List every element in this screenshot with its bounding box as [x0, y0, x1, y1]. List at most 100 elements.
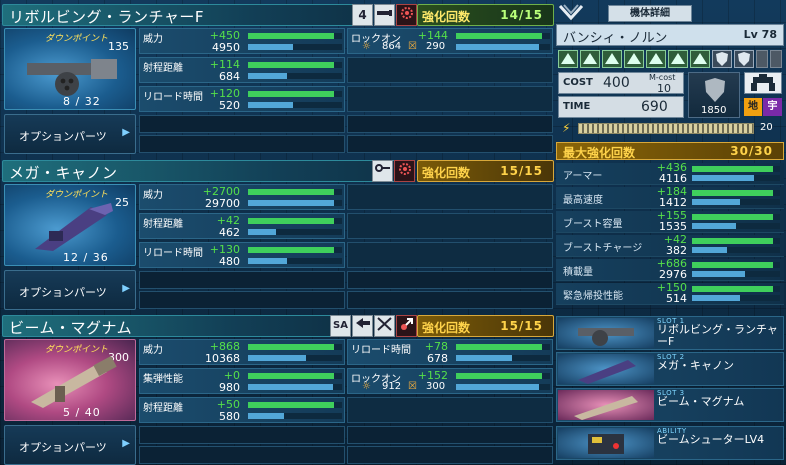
- stat-name: 集弾性能: [143, 374, 183, 385]
- stat-value: 10368: [205, 352, 240, 365]
- empty-stat: [347, 213, 553, 239]
- stat-value: 980: [219, 381, 240, 394]
- slot-2[interactable]: SLOT 2 メガ・キャノン: [556, 352, 784, 386]
- stat-bar-value: [248, 384, 333, 390]
- shield-icon[interactable]: [712, 50, 732, 68]
- slot-thumbnail: [558, 318, 654, 348]
- down-point-label: ダウンポイント: [45, 190, 109, 200]
- stat-range: 射程距離 +50 580: [139, 397, 345, 423]
- weapon-thumbnail[interactable]: ダウンポイント 300 5 / 40: [4, 339, 136, 421]
- empty-stat: [347, 397, 553, 423]
- stat-name: 最高速度: [563, 195, 603, 206]
- option-parts-label: オプションパーツ: [19, 441, 107, 454]
- slot-thumbnail: [558, 354, 654, 384]
- option-slot[interactable]: [139, 291, 345, 309]
- ammo-count: 8 / 32: [63, 95, 101, 108]
- empty-skill-slot: [770, 50, 782, 68]
- option-slot[interactable]: [347, 426, 553, 444]
- stat-bar-plus: [692, 190, 773, 196]
- skill-icon[interactable]: [668, 50, 688, 68]
- option-slot[interactable]: [139, 446, 345, 464]
- ability-slot[interactable]: ABILITY ビームシューターLV4: [556, 426, 784, 460]
- option-parts-button[interactable]: オプションパーツ ▶: [4, 270, 136, 310]
- magnum-image: [31, 356, 117, 408]
- stat-name: リロード時間: [143, 92, 203, 103]
- stat-bar-plus: [456, 344, 542, 350]
- cost-label: COST: [563, 77, 593, 88]
- option-slot[interactable]: [139, 135, 345, 153]
- weapon-name: リボルビング・ランチャーF: [9, 8, 204, 26]
- unit-stat-capacity: 積載量 +686 2976: [556, 257, 784, 281]
- bolt-icon: ⚡: [562, 121, 571, 135]
- stat-name: アーマー: [563, 171, 603, 182]
- weapon-thumbnail[interactable]: ダウンポイント 135 8 / 32: [4, 28, 136, 110]
- rank-emblem-icon: [558, 2, 584, 24]
- stat-bar-plus: [248, 33, 334, 39]
- gear-icon: [394, 160, 415, 182]
- unit-stat-return: 緊急帰投性能 +150 514: [556, 281, 784, 305]
- ammo-count: 12 / 36: [63, 251, 109, 264]
- stat-bar-value: [456, 355, 512, 361]
- option-slot[interactable]: [347, 446, 553, 464]
- lock-icon: ☒: [408, 41, 417, 52]
- option-slot[interactable]: [347, 271, 553, 289]
- stat-range: 射程距離 +42 462: [139, 213, 345, 239]
- stat-power: 威力 +868 10368: [139, 339, 345, 365]
- hp-box: 1850: [688, 72, 740, 118]
- swap-icon: [396, 315, 417, 337]
- stat-bar-plus: [692, 238, 773, 244]
- stat-value: 580: [219, 410, 240, 423]
- option-parts-button[interactable]: オプションパーツ ▶: [4, 114, 136, 154]
- empty-stat: [347, 242, 553, 268]
- stat-reload: リロード時間 +120 520: [139, 86, 345, 112]
- stat-bar-plus: [248, 402, 334, 408]
- stat-bar-value: [248, 413, 284, 419]
- option-parts-button[interactable]: オプションパーツ ▶: [4, 425, 136, 465]
- shield-icon[interactable]: [734, 50, 754, 68]
- skill-icon[interactable]: [690, 50, 710, 68]
- stat-name: 威力: [143, 34, 163, 45]
- option-slot[interactable]: [139, 271, 345, 289]
- stat-value: 480: [219, 255, 240, 268]
- option-slot[interactable]: [347, 135, 553, 153]
- skill-icon[interactable]: [558, 50, 578, 68]
- option-slot[interactable]: [139, 115, 345, 133]
- cost-box: COST 400 M-cost 10: [558, 72, 684, 95]
- slot-3[interactable]: SLOT 3 ビーム・マグナム: [556, 388, 784, 422]
- stat-bar-plus: [248, 344, 334, 350]
- slot-name: リボルビング・ランチャーF: [657, 323, 778, 348]
- stat-bar-value: [692, 199, 740, 205]
- stat-name: 射程距離: [143, 403, 183, 414]
- skill-icon[interactable]: [602, 50, 622, 68]
- max-enhance-label: 最大強化回数: [563, 146, 636, 160]
- option-parts-label: オプションパーツ: [19, 286, 107, 299]
- enhance-value: 15/15: [500, 164, 543, 178]
- slot-1[interactable]: SLOT 1 リボルビング・ランチャーF: [556, 316, 784, 350]
- stat-bar-value: [248, 200, 334, 206]
- charge-icon: [372, 160, 393, 182]
- weapon-thumbnail[interactable]: ダウンポイント 25 12 / 36: [4, 184, 136, 266]
- stat-accuracy: 集弾性能 +0 980: [139, 368, 345, 394]
- stat-name: 射程距離: [143, 63, 183, 74]
- time-value: 690: [641, 99, 668, 115]
- stat-bar-plus: [692, 262, 773, 268]
- skill-icon[interactable]: [646, 50, 666, 68]
- unit-detail-button[interactable]: 機体詳細: [608, 5, 692, 22]
- ammo-icon: [374, 4, 395, 26]
- stat-bar-plus: [248, 373, 334, 379]
- unit-stat-armor: アーマー +436 4116: [556, 161, 784, 185]
- enhance-count: 強化回数 15/15: [417, 160, 554, 182]
- stat-bar-plus: [692, 214, 773, 220]
- boost-gauge: ⚡ 20: [556, 120, 784, 138]
- stat-value: 4950: [212, 41, 240, 54]
- empty-skill-slot: [756, 50, 768, 68]
- stat-bar-value: [692, 271, 745, 277]
- skill-icon[interactable]: [624, 50, 644, 68]
- skill-icon[interactable]: [580, 50, 600, 68]
- empty-stat: [347, 86, 553, 112]
- option-slot[interactable]: [347, 115, 553, 133]
- option-slot[interactable]: [347, 291, 553, 309]
- unit-stat-boost-charge: ブーストチャージ +42 382: [556, 233, 784, 257]
- stat-name: ブーストチャージ: [563, 243, 643, 254]
- option-slot[interactable]: [139, 426, 345, 444]
